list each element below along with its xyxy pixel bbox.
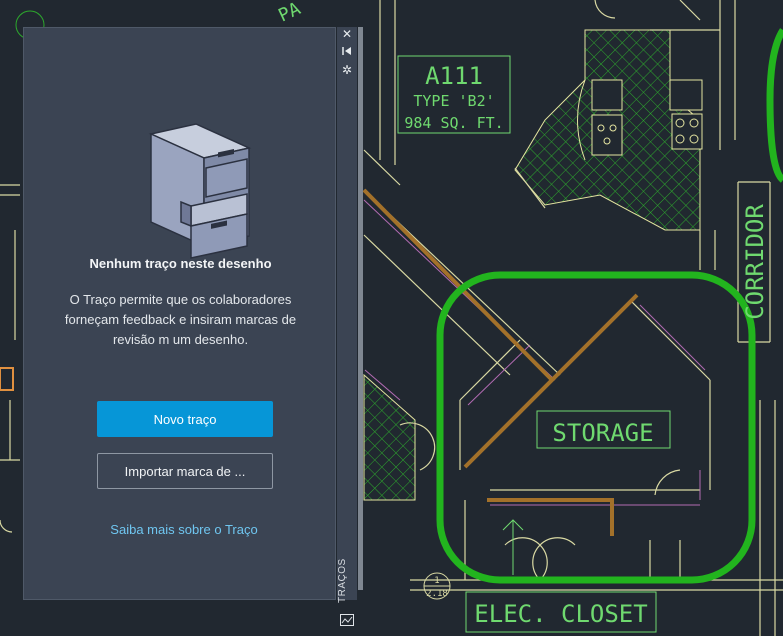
palette-icon[interactable] [340,613,354,626]
unit-number-label: A111 [425,62,483,90]
palette-title-bar[interactable]: ✕ ✲ TRAÇOS [337,27,357,626]
import-markup-button[interactable]: Importar marca de ... [97,453,273,489]
palette-vertical-title: TRAÇOS [337,558,348,603]
up-arrow-symbol [502,519,524,575]
orange-marker [0,367,14,391]
closet-label: ELEC. CLOSET [474,600,647,628]
callout-sheet: 2.18 [426,589,448,599]
unit-type-label: TYPE 'B2' [413,92,494,110]
corridor-label: CORRIDOR [741,204,769,320]
close-icon[interactable]: ✕ [340,27,354,41]
unit-label-box: A111 TYPE 'B2' 984 SQ. FT. [397,55,511,134]
hatched-lower-left-area [363,373,416,501]
pin-icon[interactable] [340,44,354,58]
corridor-label-box: CORRIDOR [741,204,769,320]
learn-more-link[interactable]: Saiba mais sobre o Traço [24,522,344,537]
section-callout: 1 2.18 [423,572,451,600]
closet-label-box: ELEC. CLOSET [465,591,657,633]
palette-splitter[interactable] [358,27,363,590]
gear-icon[interactable]: ✲ [340,63,354,77]
partial-label-top: PA [275,0,304,27]
hatched-kitchen-area [514,29,703,231]
storage-label: STORAGE [552,419,653,447]
storage-label-box: STORAGE [536,410,671,449]
empty-state-description: O Traço permite que os colaboradores for… [64,292,297,347]
trace-palette: Nenhum traço neste desenho O Traço permi… [23,27,336,600]
unit-area-label: 984 SQ. FT. [404,114,503,132]
callout-number: 1 [434,576,439,586]
revision-cloud-partial[interactable] [766,28,783,183]
file-cabinet-icon [148,123,252,259]
empty-state-title: Nenhum traço neste desenho [89,256,272,271]
new-trace-button[interactable]: Novo traço [97,401,273,437]
